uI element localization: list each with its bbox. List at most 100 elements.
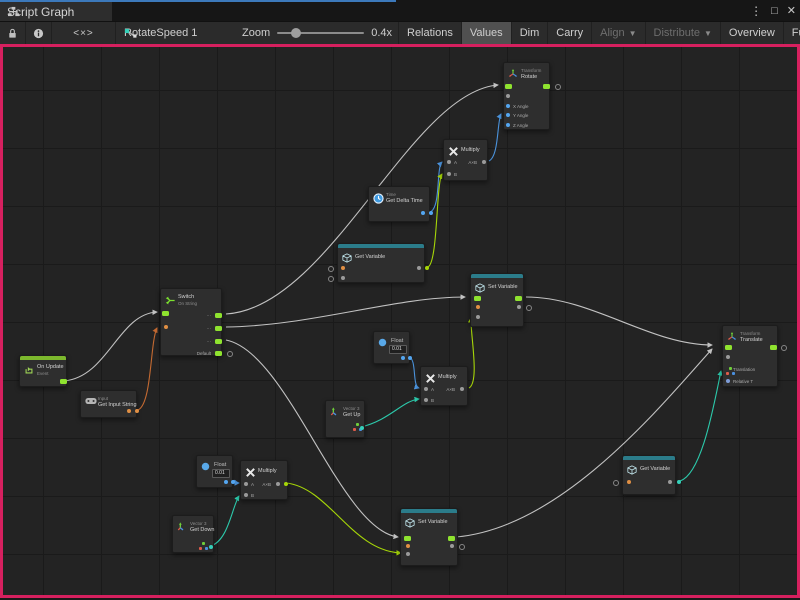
blue-value-port[interactable] bbox=[401, 356, 405, 360]
blue-value-port[interactable] bbox=[408, 356, 412, 360]
blue-value-port[interactable] bbox=[224, 480, 228, 484]
unconnected-port[interactable] bbox=[328, 276, 334, 282]
gray-value-port[interactable] bbox=[447, 172, 451, 176]
node-vector3-get-down[interactable]: Get DownVector 3 bbox=[172, 515, 214, 553]
blue-value-port[interactable] bbox=[506, 104, 510, 108]
close-icon[interactable]: ✕ bbox=[787, 2, 796, 20]
gray-value-port[interactable] bbox=[276, 482, 280, 486]
maximize-icon[interactable]: □ bbox=[771, 2, 778, 20]
gray-value-port[interactable] bbox=[476, 315, 480, 319]
orange-value-port[interactable] bbox=[627, 480, 631, 484]
code-view-button[interactable]: <×> bbox=[52, 22, 116, 44]
gray-value-port[interactable] bbox=[517, 305, 521, 309]
tab-script-graph[interactable]: Script Graph bbox=[0, 2, 112, 21]
blue-value-port[interactable] bbox=[429, 211, 433, 215]
lock-button[interactable] bbox=[0, 22, 26, 44]
float-value-field[interactable]: 0.01 bbox=[389, 345, 407, 354]
blue-value-port[interactable] bbox=[421, 211, 425, 215]
view-button-align[interactable]: Align▼ bbox=[592, 22, 645, 44]
inspect-button[interactable] bbox=[26, 22, 52, 44]
view-button-carry[interactable]: Carry bbox=[548, 22, 592, 44]
graph-breadcrumb[interactable]: RotateSpeed 1 bbox=[116, 22, 236, 44]
gray-value-port[interactable] bbox=[482, 160, 486, 164]
node-get-input-string[interactable]: Get Input StringInput bbox=[80, 390, 137, 418]
flow-port[interactable] bbox=[448, 536, 455, 541]
node-multiply-top[interactable]: MultiplyAA×BB bbox=[443, 139, 488, 181]
flow-port[interactable] bbox=[215, 339, 222, 344]
gray-value-port[interactable] bbox=[506, 94, 510, 98]
gray-value-port[interactable] bbox=[341, 276, 345, 280]
flow-port[interactable] bbox=[215, 351, 222, 356]
view-button-relations[interactable]: Relations bbox=[399, 22, 462, 44]
orange-value-port[interactable] bbox=[164, 325, 168, 329]
vector3-port[interactable] bbox=[199, 547, 202, 550]
gray-value-port[interactable] bbox=[417, 266, 421, 270]
gray-value-port[interactable] bbox=[460, 387, 464, 391]
unconnected-port[interactable] bbox=[781, 345, 787, 351]
gray-value-port[interactable] bbox=[668, 480, 672, 484]
gray-value-port[interactable] bbox=[726, 355, 730, 359]
unconnected-port[interactable] bbox=[227, 351, 233, 357]
gray-value-port[interactable] bbox=[424, 398, 428, 402]
blue-value-port[interactable] bbox=[506, 123, 510, 127]
node-set-variable-bottom[interactable]: Set Variable bbox=[400, 508, 458, 566]
flow-port[interactable] bbox=[162, 311, 169, 316]
vector3-port[interactable] bbox=[732, 372, 735, 375]
flow-port[interactable] bbox=[474, 296, 481, 301]
node-get-variable-right[interactable]: Get Variable bbox=[622, 455, 676, 495]
node-vector3-get-up[interactable]: Get UpVector 3 bbox=[325, 400, 365, 438]
green-value-port[interactable] bbox=[425, 266, 429, 270]
node-multiply-bottom[interactable]: MultiplyAA×BB bbox=[240, 460, 288, 500]
view-button-overview[interactable]: Overview bbox=[721, 22, 784, 44]
teal-value-port[interactable] bbox=[360, 426, 364, 430]
teal-value-port[interactable] bbox=[209, 545, 213, 549]
node-float-bottom[interactable]: Float0.01 bbox=[196, 455, 233, 488]
orange-value-port[interactable] bbox=[406, 544, 410, 548]
flow-port[interactable] bbox=[770, 345, 777, 350]
float-value-field[interactable]: 0.01 bbox=[212, 469, 230, 478]
gray-value-port[interactable] bbox=[450, 544, 454, 548]
blue-value-port[interactable] bbox=[506, 113, 510, 117]
flow-port[interactable] bbox=[60, 379, 67, 384]
gray-value-port[interactable] bbox=[424, 387, 428, 391]
node-multiply-mid[interactable]: MultiplyAA×BB bbox=[420, 366, 468, 406]
vector3-port[interactable] bbox=[205, 547, 208, 550]
teal-value-port[interactable] bbox=[677, 480, 681, 484]
flow-port[interactable] bbox=[215, 326, 222, 331]
flow-port[interactable] bbox=[505, 84, 512, 89]
view-button-dim[interactable]: Dim bbox=[512, 22, 549, 44]
view-button-full-screen[interactable]: Full Screen bbox=[784, 22, 800, 44]
vector3-port[interactable] bbox=[729, 367, 732, 370]
unconnected-port[interactable] bbox=[555, 84, 561, 90]
vector3-port[interactable] bbox=[353, 428, 356, 431]
flow-port[interactable] bbox=[404, 536, 411, 541]
green-value-port[interactable] bbox=[284, 482, 288, 486]
orange-value-port[interactable] bbox=[341, 266, 345, 270]
view-button-values[interactable]: Values bbox=[462, 22, 512, 44]
node-float-top[interactable]: Float0.01 bbox=[373, 331, 410, 364]
gray-value-port[interactable] bbox=[447, 160, 451, 164]
zoom-slider[interactable] bbox=[277, 32, 364, 34]
vector3-port[interactable] bbox=[726, 372, 729, 375]
kebab-menu-icon[interactable]: ⋮ bbox=[750, 2, 762, 20]
unconnected-port[interactable] bbox=[328, 266, 334, 272]
flow-port[interactable] bbox=[543, 84, 550, 89]
vector3-port[interactable] bbox=[356, 423, 359, 426]
unconnected-port[interactable] bbox=[526, 305, 532, 311]
orange-value-port[interactable] bbox=[127, 409, 131, 413]
orange-value-port[interactable] bbox=[476, 305, 480, 309]
gray-value-port[interactable] bbox=[244, 493, 248, 497]
node-set-variable-top[interactable]: Set Variable bbox=[470, 273, 524, 327]
graph-canvas[interactable]: On UpdateEventGet Input StringInputSwitc… bbox=[3, 47, 797, 595]
node-get-variable-mid[interactable]: Get Variable bbox=[337, 243, 425, 283]
flow-port[interactable] bbox=[215, 313, 222, 318]
orange-value-port[interactable] bbox=[135, 409, 139, 413]
gray-value-port[interactable] bbox=[244, 482, 248, 486]
gray-value-port[interactable] bbox=[406, 552, 410, 556]
node-rotate[interactable]: RotateTransformX AngleY AngleZ Angle bbox=[503, 62, 550, 130]
node-switch-on-string[interactable]: SwitchOn String·········Default bbox=[160, 288, 222, 356]
unconnected-port[interactable] bbox=[459, 544, 465, 550]
flow-port[interactable] bbox=[515, 296, 522, 301]
node-translate[interactable]: TranslateTransformTranslationRelative T bbox=[722, 325, 778, 387]
vector3-port[interactable] bbox=[202, 542, 205, 545]
